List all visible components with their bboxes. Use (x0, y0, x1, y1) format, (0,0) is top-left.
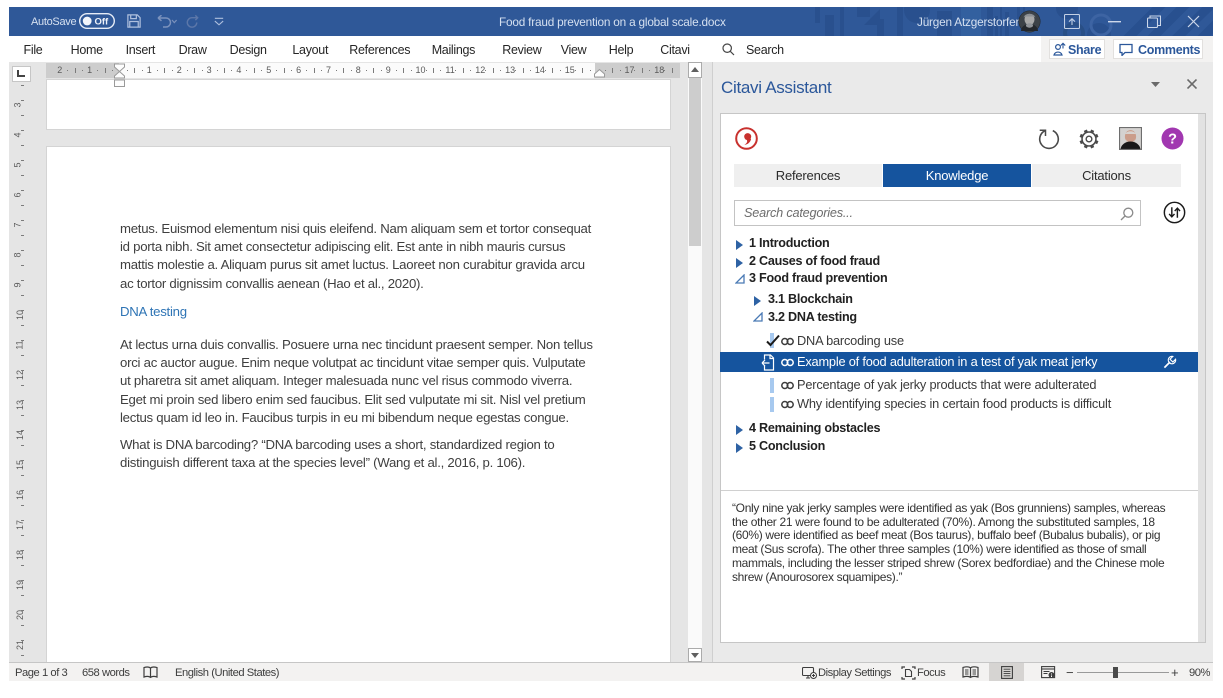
svg-text:?: ? (1168, 132, 1177, 148)
svg-text:Off: Off (95, 17, 110, 28)
